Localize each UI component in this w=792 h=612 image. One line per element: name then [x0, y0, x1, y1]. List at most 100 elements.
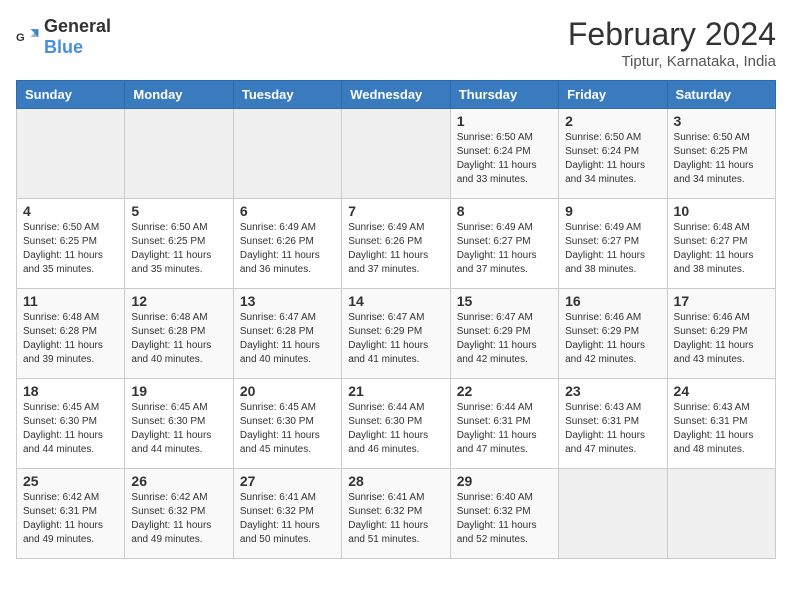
calendar-cell: 5 Sunrise: 6:50 AMSunset: 6:25 PMDaylight…	[125, 199, 233, 289]
day-number: 14	[348, 293, 443, 309]
day-number: 16	[565, 293, 660, 309]
day-info: Sunrise: 6:42 AMSunset: 6:31 PMDaylight:…	[23, 491, 118, 547]
day-number: 13	[240, 293, 335, 309]
day-number: 1	[457, 113, 552, 129]
day-number: 22	[457, 383, 552, 399]
calendar-cell: 1Sunrise: 6:50 AMSunset: 6:24 PMDaylight…	[450, 109, 558, 199]
day-number: 12	[131, 293, 226, 309]
day-info: Sunrise: 6:47 AMSunset: 6:29 PMDaylight:…	[348, 311, 443, 367]
day-number: 10	[674, 203, 769, 219]
calendar-cell: 19 Sunrise: 6:45 AMSunset: 6:30 PMDayligh…	[125, 379, 233, 469]
day-info: Sunrise: 6:50 AMSunset: 6:25 PMDaylight:…	[674, 131, 769, 187]
day-info: Sunrise: 6:50 AMSunset: 6:25 PMDaylight:…	[23, 221, 118, 277]
calendar-cell: 10Sunrise: 6:48 AMSunset: 6:27 PMDayligh…	[667, 199, 775, 289]
weekday-header-thursday: Thursday	[450, 81, 558, 109]
day-number: 7	[348, 203, 443, 219]
calendar-cell: 23 Sunrise: 6:43 AMSunset: 6:31 PMDayligh…	[559, 379, 667, 469]
day-info: Sunrise: 6:40 AMSunset: 6:32 PMDaylight:…	[457, 491, 552, 547]
logo-blue-text: Blue	[44, 37, 83, 57]
weekday-header-saturday: Saturday	[667, 81, 775, 109]
calendar-cell: 9 Sunrise: 6:49 AMSunset: 6:27 PMDaylight…	[559, 199, 667, 289]
day-info: Sunrise: 6:43 AMSunset: 6:31 PMDaylight:…	[565, 401, 660, 457]
day-number: 18	[23, 383, 118, 399]
calendar-cell	[559, 469, 667, 559]
day-info: Sunrise: 6:49 AMSunset: 6:26 PMDaylight:…	[348, 221, 443, 277]
day-info: Sunrise: 6:41 AMSunset: 6:32 PMDaylight:…	[240, 491, 335, 547]
day-number: 6	[240, 203, 335, 219]
day-info: Sunrise: 6:45 AMSunset: 6:30 PMDaylight:…	[23, 401, 118, 457]
day-info: Sunrise: 6:45 AMSunset: 6:30 PMDaylight:…	[240, 401, 335, 457]
calendar-subtitle: Tiptur, Karnataka, India	[568, 53, 776, 70]
calendar-body: 1 Sunrise: 6:50 AMSunset: 6:24 PMDaylight…	[17, 109, 776, 559]
calendar-cell: 25Sunrise: 6:42 AMSunset: 6:31 PMDayligh…	[17, 469, 125, 559]
calendar-week-5: 25Sunrise: 6:42 AMSunset: 6:31 PMDayligh…	[17, 469, 776, 559]
logo: G General Blue	[16, 16, 111, 58]
calendar-table: SundayMondayTuesdayWednesdayThursdayFrid…	[16, 80, 776, 559]
calendar-cell: 3Sunrise: 6:50 AMSunset: 6:25 PMDaylight…	[667, 109, 775, 199]
day-info: Sunrise: 6:44 AMSunset: 6:30 PMDaylight:…	[348, 401, 443, 457]
calendar-cell: 7 Sunrise: 6:49 AMSunset: 6:26 PMDaylight…	[342, 199, 450, 289]
day-info: Sunrise: 6:45 AMSunset: 6:30 PMDaylight:…	[131, 401, 226, 457]
title-block: February 2024 Tiptur, Karnataka, India	[568, 16, 776, 70]
day-info: Sunrise: 6:41 AMSunset: 6:32 PMDaylight:…	[348, 491, 443, 547]
calendar-cell: 8 Sunrise: 6:49 AMSunset: 6:27 PMDaylight…	[450, 199, 558, 289]
day-number: 5	[131, 203, 226, 219]
day-number: 28	[348, 473, 443, 489]
day-number: 17	[674, 293, 769, 309]
weekday-header-wednesday: Wednesday	[342, 81, 450, 109]
calendar-cell: 26 Sunrise: 6:42 AMSunset: 6:32 PMDayligh…	[125, 469, 233, 559]
day-number: 29	[457, 473, 552, 489]
calendar-cell	[667, 469, 775, 559]
day-number: 21	[348, 383, 443, 399]
day-number: 9	[565, 203, 660, 219]
day-info: Sunrise: 6:49 AMSunset: 6:27 PMDaylight:…	[457, 221, 552, 277]
calendar-cell: 2 Sunrise: 6:50 AMSunset: 6:24 PMDaylight…	[559, 109, 667, 199]
day-info: Sunrise: 6:50 AMSunset: 6:25 PMDaylight:…	[131, 221, 226, 277]
calendar-title: February 2024	[568, 16, 776, 53]
weekday-header-monday: Monday	[125, 81, 233, 109]
calendar-week-2: 4 Sunrise: 6:50 AMSunset: 6:25 PMDaylight…	[17, 199, 776, 289]
day-number: 23	[565, 383, 660, 399]
calendar-week-4: 18 Sunrise: 6:45 AMSunset: 6:30 PMDayligh…	[17, 379, 776, 469]
day-info: Sunrise: 6:47 AMSunset: 6:29 PMDaylight:…	[457, 311, 552, 367]
svg-text:G: G	[16, 32, 25, 44]
calendar-cell	[17, 109, 125, 199]
calendar-cell	[233, 109, 341, 199]
calendar-cell: 13Sunrise: 6:47 AMSunset: 6:28 PMDayligh…	[233, 289, 341, 379]
day-number: 11	[23, 293, 118, 309]
calendar-cell: 15 Sunrise: 6:47 AMSunset: 6:29 PMDayligh…	[450, 289, 558, 379]
weekday-header-sunday: Sunday	[17, 81, 125, 109]
day-number: 24	[674, 383, 769, 399]
day-info: Sunrise: 6:44 AMSunset: 6:31 PMDaylight:…	[457, 401, 552, 457]
calendar-cell: 18 Sunrise: 6:45 AMSunset: 6:30 PMDayligh…	[17, 379, 125, 469]
weekday-header-tuesday: Tuesday	[233, 81, 341, 109]
calendar-cell: 16 Sunrise: 6:46 AMSunset: 6:29 PMDayligh…	[559, 289, 667, 379]
day-number: 26	[131, 473, 226, 489]
day-number: 15	[457, 293, 552, 309]
calendar-cell: 12 Sunrise: 6:48 AMSunset: 6:28 PMDayligh…	[125, 289, 233, 379]
day-info: Sunrise: 6:46 AMSunset: 6:29 PMDaylight:…	[674, 311, 769, 367]
calendar-cell: 6 Sunrise: 6:49 AMSunset: 6:26 PMDaylight…	[233, 199, 341, 289]
day-number: 2	[565, 113, 660, 129]
calendar-week-3: 11 Sunrise: 6:48 AMSunset: 6:28 PMDayligh…	[17, 289, 776, 379]
calendar-cell	[342, 109, 450, 199]
day-info: Sunrise: 6:50 AMSunset: 6:24 PMDaylight:…	[565, 131, 660, 187]
day-number: 8	[457, 203, 552, 219]
logo-icon: G	[16, 25, 40, 49]
day-info: Sunrise: 6:42 AMSunset: 6:32 PMDaylight:…	[131, 491, 226, 547]
calendar-cell: 27Sunrise: 6:41 AMSunset: 6:32 PMDayligh…	[233, 469, 341, 559]
calendar-cell: 4 Sunrise: 6:50 AMSunset: 6:25 PMDaylight…	[17, 199, 125, 289]
day-info: Sunrise: 6:48 AMSunset: 6:28 PMDaylight:…	[23, 311, 118, 367]
day-info: Sunrise: 6:49 AMSunset: 6:27 PMDaylight:…	[565, 221, 660, 277]
calendar-week-1: 1 Sunrise: 6:50 AMSunset: 6:24 PMDaylight…	[17, 109, 776, 199]
day-info: Sunrise: 6:48 AMSunset: 6:28 PMDaylight:…	[131, 311, 226, 367]
calendar-cell: 24 Sunrise: 6:43 AMSunset: 6:31 PMDayligh…	[667, 379, 775, 469]
day-number: 19	[131, 383, 226, 399]
logo-general-text: General	[44, 16, 111, 36]
day-number: 4	[23, 203, 118, 219]
day-info: Sunrise: 6:46 AMSunset: 6:29 PMDaylight:…	[565, 311, 660, 367]
day-info: Sunrise: 6:43 AMSunset: 6:31 PMDaylight:…	[674, 401, 769, 457]
calendar-cell: 14 Sunrise: 6:47 AMSunset: 6:29 PMDayligh…	[342, 289, 450, 379]
day-info: Sunrise: 6:49 AMSunset: 6:26 PMDaylight:…	[240, 221, 335, 277]
calendar-cell: 21 Sunrise: 6:44 AMSunset: 6:30 PMDayligh…	[342, 379, 450, 469]
